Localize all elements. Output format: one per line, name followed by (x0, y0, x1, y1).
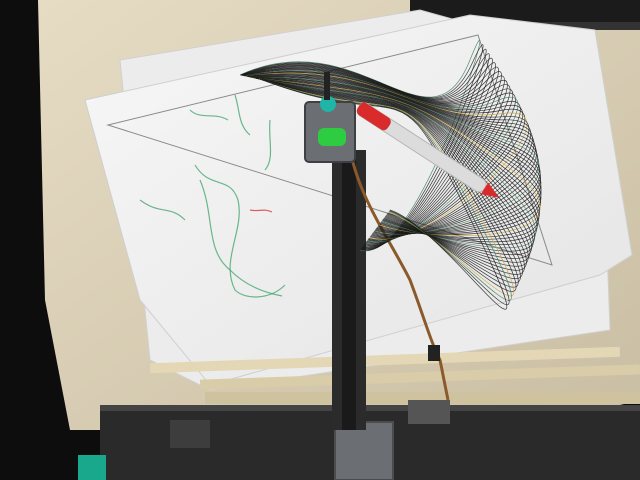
cable-connector (428, 345, 440, 361)
pen-head-clip (318, 128, 346, 146)
photo-scene (0, 0, 640, 480)
photo-svg (0, 0, 640, 480)
plotter-rail-edge (100, 405, 640, 411)
knob-stem (324, 72, 330, 100)
rail-bracket-right (408, 400, 450, 424)
green-clip (78, 455, 106, 480)
carriage-block (334, 421, 394, 480)
plotter-arm-inner (342, 150, 356, 430)
rail-bracket-left (170, 420, 210, 448)
